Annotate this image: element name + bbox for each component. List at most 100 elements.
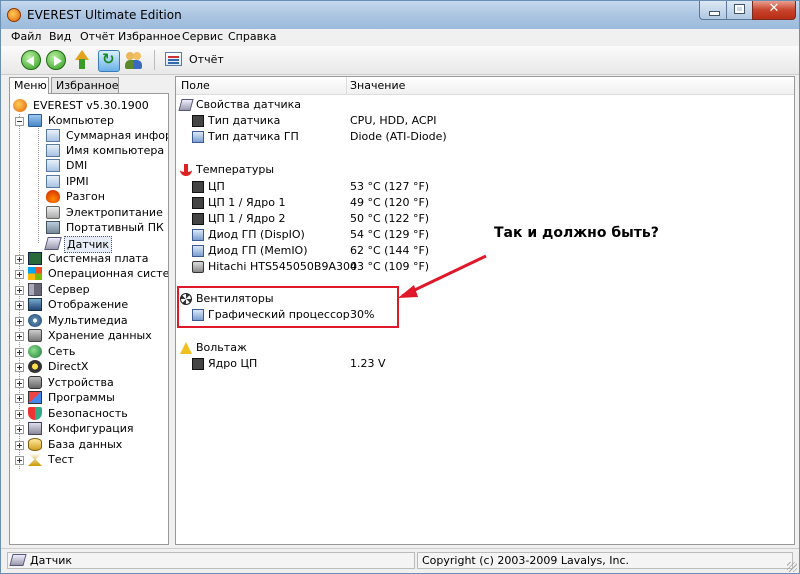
- group-title: Температуры: [196, 163, 275, 176]
- tree-item-computer[interactable]: Компьютер: [28, 113, 168, 128]
- table-row[interactable]: Тип датчика ГП Diode (ATI-Diode): [192, 129, 782, 145]
- shield-icon: [28, 407, 42, 420]
- column-field[interactable]: Поле: [181, 79, 210, 92]
- multimedia-icon: [28, 314, 42, 327]
- status-left: Датчик: [7, 552, 415, 569]
- expand-toggle[interactable]: [15, 410, 24, 419]
- back-button[interactable]: [21, 50, 41, 70]
- menu-report[interactable]: Отчёт: [80, 30, 115, 43]
- menu-view[interactable]: Вид: [49, 30, 71, 43]
- tree-item-server[interactable]: Сервер: [28, 282, 168, 297]
- menu-file[interactable]: Файл: [11, 30, 41, 43]
- expand-toggle[interactable]: [15, 301, 24, 310]
- tree-item-motherboard[interactable]: Системная плата: [28, 251, 168, 266]
- expand-toggle[interactable]: [15, 255, 24, 264]
- menu-help[interactable]: Справка: [228, 30, 276, 43]
- laptop-icon: [46, 221, 60, 234]
- tree-item-config[interactable]: Конфигурация: [28, 421, 168, 436]
- tree-item-power[interactable]: Электропитание: [46, 205, 168, 220]
- row-value: 53 °C (127 °F): [350, 180, 430, 193]
- database-icon: [28, 438, 42, 451]
- expand-toggle[interactable]: [15, 332, 24, 341]
- table-row[interactable]: Диод ГП (DispIO) 54 °C (129 °F): [192, 227, 782, 243]
- collapse-toggle[interactable]: [15, 117, 24, 126]
- tree-item-label: Устройства: [48, 376, 114, 389]
- favorites-users-button[interactable]: [124, 50, 144, 70]
- expand-toggle[interactable]: [15, 348, 24, 357]
- tree-item-label: Конфигурация: [48, 422, 134, 435]
- tree-item-storage[interactable]: Хранение данных: [28, 328, 168, 343]
- directx-icon: [28, 360, 42, 373]
- fire-icon: [46, 190, 60, 203]
- tree-item-ipmi[interactable]: IPMI: [46, 174, 168, 189]
- menu-favorites[interactable]: Избранное: [118, 30, 180, 43]
- expand-toggle[interactable]: [15, 286, 24, 295]
- expand-toggle[interactable]: [15, 379, 24, 388]
- column-value[interactable]: Значение: [350, 79, 405, 92]
- expand-toggle[interactable]: [15, 394, 24, 403]
- monitor-icon: [28, 298, 42, 311]
- tree-item-label: Разгон: [66, 190, 105, 203]
- expand-toggle[interactable]: [15, 456, 24, 465]
- table-row[interactable]: ЦП 53 °C (127 °F): [192, 179, 782, 195]
- table-row[interactable]: ЦП 1 / Ядро 2 50 °C (122 °F): [192, 211, 782, 227]
- row-field: ЦП 1 / Ядро 1: [208, 196, 286, 209]
- tree-item-multimedia[interactable]: Мультимедиа: [28, 313, 168, 328]
- tree-item-devices[interactable]: Устройства: [28, 375, 168, 390]
- server-icon: [28, 283, 42, 296]
- tree-guide: [38, 126, 39, 243]
- group-temperatures[interactable]: Температуры: [180, 162, 780, 178]
- table-row[interactable]: Ядро ЦП 1.23 V: [192, 356, 782, 372]
- expand-toggle[interactable]: [15, 270, 24, 279]
- close-button[interactable]: ✕: [752, 1, 796, 20]
- storage-icon: [28, 329, 42, 342]
- resize-grip[interactable]: [787, 562, 797, 572]
- tree-item-network[interactable]: Сеть: [28, 344, 168, 359]
- chip-icon: [192, 197, 204, 209]
- tree-item-label: Суммарная информация: [66, 129, 169, 142]
- title-bar[interactable]: EVEREST Ultimate Edition ✕: [1, 1, 799, 29]
- group-voltages[interactable]: Вольтаж: [180, 340, 780, 356]
- maximize-button[interactable]: [726, 1, 753, 20]
- tree-item-directx[interactable]: DirectX: [28, 359, 168, 374]
- row-value: 54 °C (129 °F): [350, 228, 430, 241]
- tab-favorites[interactable]: Избранное: [51, 77, 119, 93]
- hdd-icon: [192, 261, 204, 273]
- tree-item-os[interactable]: Операционная система: [28, 266, 168, 281]
- tree-root[interactable]: EVEREST v5.30.1900: [13, 98, 163, 113]
- forward-arrow-icon: [54, 56, 62, 66]
- app-icon[interactable]: [7, 8, 21, 22]
- tree-item-dmi[interactable]: DMI: [46, 158, 168, 173]
- menu-service[interactable]: Сервис: [182, 30, 223, 43]
- tab-menu[interactable]: Меню: [9, 77, 49, 94]
- expand-toggle[interactable]: [15, 425, 24, 434]
- navigation-tree: EVEREST v5.30.1900 Компьютер Суммарная и…: [9, 93, 169, 545]
- tree-item-overclock[interactable]: Разгон: [46, 189, 168, 204]
- gpu-icon: [192, 131, 204, 143]
- tree-item-label: Компьютер: [48, 114, 114, 127]
- forward-button[interactable]: [46, 50, 66, 70]
- table-row[interactable]: Тип датчика CPU, HDD, ACPI: [192, 113, 782, 129]
- table-row[interactable]: ЦП 1 / Ядро 1 49 °C (120 °F): [192, 195, 782, 211]
- expand-toggle[interactable]: [15, 363, 24, 372]
- hourglass-icon: [28, 453, 42, 466]
- column-divider[interactable]: [346, 77, 347, 94]
- expand-toggle[interactable]: [15, 317, 24, 326]
- annotation-text: Так и должно быть?: [494, 225, 659, 241]
- tree-item-programs[interactable]: Программы: [28, 390, 168, 405]
- group-sensor-properties[interactable]: Свойства датчика: [178, 97, 780, 113]
- expand-toggle[interactable]: [15, 441, 24, 450]
- annotation-arrow: [398, 254, 487, 298]
- tree-item-sensor[interactable]: Датчик: [44, 236, 168, 253]
- tree-item-database[interactable]: База данных: [28, 437, 168, 452]
- tree-item-security[interactable]: Безопасность: [28, 406, 168, 421]
- up-button[interactable]: [72, 50, 92, 70]
- tree-item-summary[interactable]: Суммарная информация: [46, 128, 168, 143]
- minimize-button[interactable]: [699, 1, 727, 20]
- tree-item-portable[interactable]: Портативный ПК: [46, 220, 168, 235]
- refresh-button[interactable]: [98, 50, 120, 72]
- tree-item-computer-name[interactable]: Имя компьютера: [46, 143, 168, 158]
- tree-item-display[interactable]: Отображение: [28, 297, 168, 312]
- summary-icon: [46, 129, 60, 142]
- tree-item-test[interactable]: Тест: [28, 452, 168, 467]
